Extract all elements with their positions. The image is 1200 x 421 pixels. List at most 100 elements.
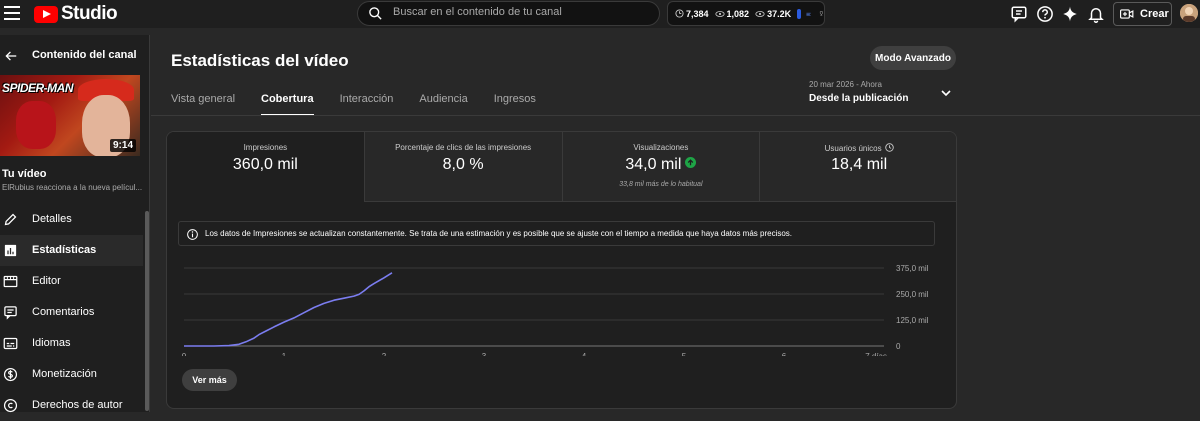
sidebar-item-derechos[interactable]: Derechos de autor xyxy=(0,390,143,421)
video-thumbnail[interactable]: SPIDER-MAN 9:14 xyxy=(0,75,140,156)
back-label[interactable]: Contenido del canal xyxy=(32,49,137,61)
arrow-up-icon xyxy=(685,157,697,168)
sidebar-item-detalles[interactable]: Detalles xyxy=(0,204,143,235)
info-notice: Los datos de Impresiones se actualizan c… xyxy=(178,221,935,246)
metric-impressions[interactable]: Impresiones 360,0 mil xyxy=(167,132,365,202)
x-tick-label: 3 xyxy=(482,352,487,356)
avatar[interactable] xyxy=(1180,4,1198,22)
see-more-button[interactable]: Ver más xyxy=(182,369,237,391)
sidebar-item-label: Monetización xyxy=(32,368,97,380)
tab-ingresos[interactable]: Ingresos xyxy=(494,93,536,115)
thumbnail-title: SPIDER-MAN xyxy=(2,81,74,95)
dollar-icon xyxy=(3,367,18,382)
x-tick-label: 2 xyxy=(382,352,387,356)
info-icon xyxy=(187,229,198,240)
metric-value: 34,0 mil xyxy=(625,156,682,173)
advanced-mode-button[interactable]: Modo Avanzado xyxy=(870,46,956,70)
stat-subs-value: 37.2K xyxy=(767,8,792,19)
sidebar-item-label: Comentarios xyxy=(32,306,95,318)
metric-unique-users[interactable]: Usuarios únicos 18,4 mil xyxy=(760,132,956,202)
eye-icon xyxy=(714,10,725,17)
sidebar-item-label: Idiomas xyxy=(32,337,71,349)
copyright-icon xyxy=(3,398,18,413)
x-tick-label: 4 xyxy=(582,352,587,356)
create-button[interactable]: Crear xyxy=(1113,2,1172,26)
sidebar-scrollbar[interactable] xyxy=(145,211,149,411)
page-title: Estadísticas del vídeo xyxy=(171,51,349,70)
back-to-content[interactable]: Contenido del canal xyxy=(0,47,150,65)
tab-audiencia[interactable]: Audiencia xyxy=(419,93,467,115)
date-range-label: Desde la publicación xyxy=(809,93,909,104)
video-add-icon xyxy=(1120,9,1134,19)
sidebar-item-editor[interactable]: Editor xyxy=(0,266,143,297)
y-tick-label: 125,0 mil xyxy=(896,316,929,325)
y-tick-label: 250,0 mil xyxy=(896,290,929,299)
stat-views-value: 7,384 xyxy=(686,8,709,19)
metric-value: 8,0 % xyxy=(442,156,484,173)
metric-value: 18,4 mil xyxy=(831,156,888,173)
impressions-chart: 0 125,0 mil 250,0 mil 375,0 mil 0 1 2 3 4 5 6 7 día… xyxy=(182,264,929,356)
sidebar-item-monetizacion[interactable]: Monetización xyxy=(0,359,143,390)
create-label: Crear xyxy=(1140,8,1169,20)
sidebar-item-estadisticas[interactable]: Estadísticas xyxy=(0,235,143,266)
chevron-down-icon[interactable] xyxy=(940,87,952,99)
tab-vista-general[interactable]: Vista general xyxy=(171,93,235,115)
stat-subs: 37.2K xyxy=(755,9,791,19)
extension-stats-bar[interactable]: 7,384 1,082 37.2K xyxy=(667,1,825,26)
your-video-label: Tu vídeo xyxy=(2,168,47,180)
notice-text: Los datos de Impresiones se actualizan c… xyxy=(205,229,793,238)
metric-views[interactable]: Visualizaciones 34,0 mil 33,8 mil más de… xyxy=(562,132,761,202)
date-range-dates: 20 mar 2026 - Ahora xyxy=(809,80,882,89)
trophy-icon[interactable] xyxy=(819,8,824,19)
avatar-image xyxy=(1180,4,1198,22)
extension-badge-icon[interactable] xyxy=(797,8,802,19)
video-title: ElRubius reacciona a la nueva películ... xyxy=(2,183,143,192)
subtitles-icon xyxy=(3,337,18,350)
clock-icon xyxy=(884,143,894,152)
sidebar-item-label: Estadísticas xyxy=(32,244,97,256)
metric-value: 360,0 mil xyxy=(232,156,298,173)
arrow-left-icon[interactable] xyxy=(4,49,18,63)
top-bar: Studio 7,384 1,082 37.2K Crear xyxy=(0,0,1200,28)
metrics-row: Impresiones 360,0 mil Porcentaje de clic… xyxy=(167,132,956,202)
search-box[interactable] xyxy=(357,1,660,26)
stats-card: Impresiones 360,0 mil Porcentaje de clic… xyxy=(166,131,957,409)
sparkle-icon[interactable] xyxy=(1061,5,1079,23)
bell-icon[interactable] xyxy=(1087,5,1105,23)
sidebar-item-label: Derechos de autor xyxy=(32,399,123,411)
metric-note: 33,8 mil más de lo habitual xyxy=(619,181,703,188)
editor-icon xyxy=(3,275,18,288)
video-duration: 9:14 xyxy=(109,139,136,152)
clock-icon xyxy=(675,9,684,18)
search-icon[interactable] xyxy=(368,6,383,21)
pencil-icon xyxy=(4,213,17,226)
sidebar-item-label: Editor xyxy=(32,275,61,287)
tab-interaccion[interactable]: Interacción xyxy=(340,93,394,115)
date-range-selector[interactable]: 20 mar 2026 - Ahora Desde la publicación xyxy=(809,80,908,104)
sidebar-item-idiomas[interactable]: Idiomas xyxy=(0,328,143,359)
extension-lines-icon[interactable] xyxy=(806,10,811,18)
studio-logo[interactable]: Studio xyxy=(34,3,118,25)
metric-label: Impresiones xyxy=(243,143,288,152)
x-tick-label: 0 xyxy=(182,352,187,356)
sidebar-nav: Detalles Estadísticas Editor Comentarios… xyxy=(0,204,143,421)
sidebar-item-comentarios[interactable]: Comentarios xyxy=(0,297,143,328)
help-icon[interactable] xyxy=(1036,5,1054,23)
stat-watch-value: 1,082 xyxy=(726,8,750,19)
logo-text: Studio xyxy=(61,3,118,24)
metric-value-row: 34,0 mil xyxy=(563,156,760,174)
analytics-icon xyxy=(4,244,17,257)
tabs: Vista general Cobertura Interacción Audi… xyxy=(171,93,562,116)
search-input[interactable] xyxy=(393,6,648,18)
feedback-icon[interactable] xyxy=(1010,5,1028,23)
youtube-logo-icon xyxy=(34,5,58,23)
menu-icon[interactable] xyxy=(4,6,20,20)
metric-label: Visualizaciones xyxy=(633,143,689,152)
y-tick-label: 375,0 mil xyxy=(896,264,929,273)
x-tick-label: 5 xyxy=(682,352,687,356)
thumbnail-spiderman xyxy=(16,101,56,149)
tabs-divider xyxy=(151,115,1200,116)
metric-ctr[interactable]: Porcentaje de clics de las impresiones 8… xyxy=(364,132,563,202)
tab-cobertura[interactable]: Cobertura xyxy=(261,93,314,116)
main-content: Estadísticas del vídeo Modo Avanzado Vis… xyxy=(151,35,1200,412)
